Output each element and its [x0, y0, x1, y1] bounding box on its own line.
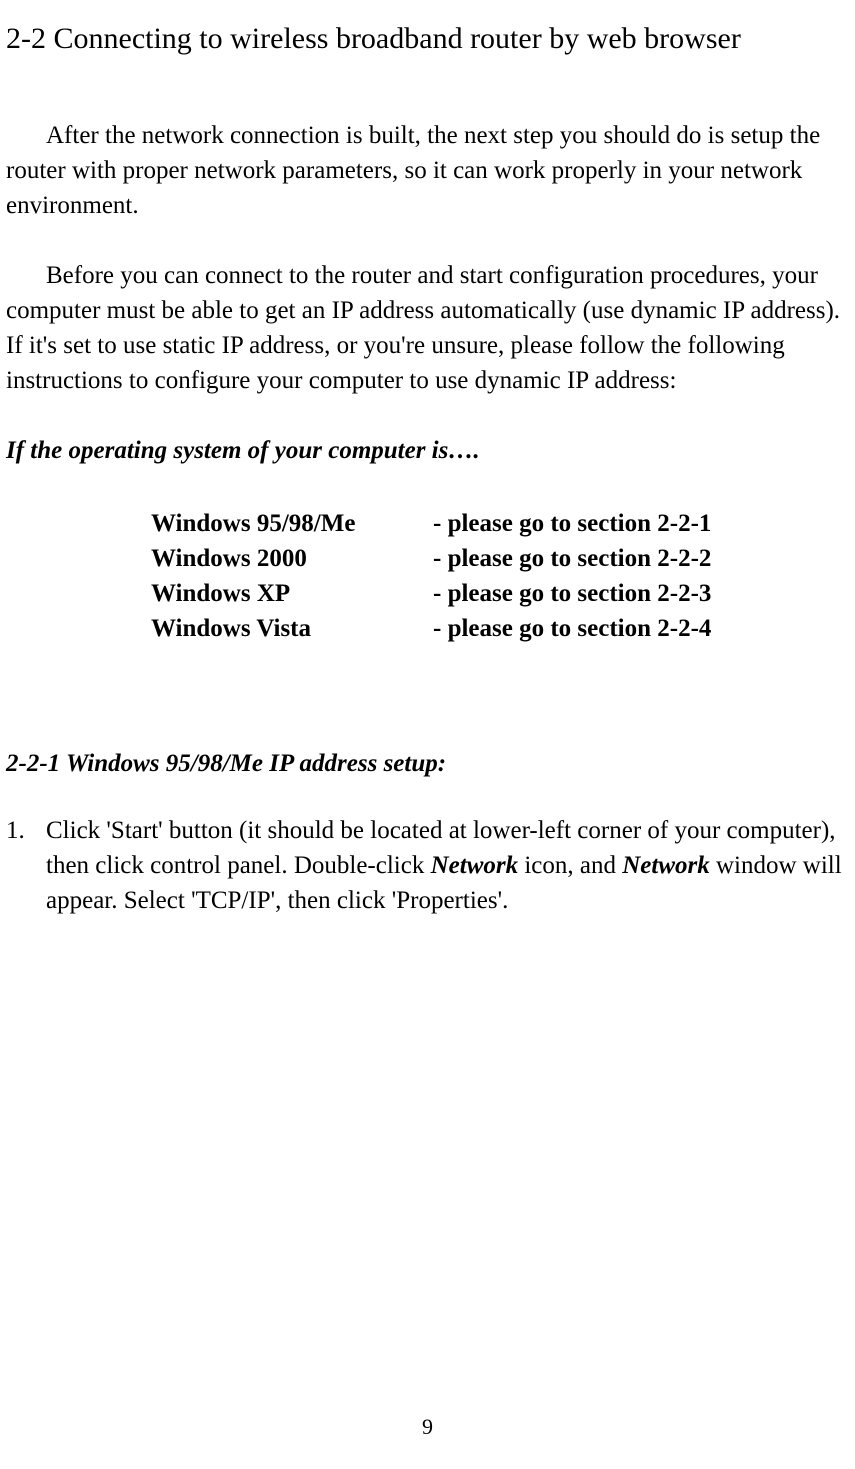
- paragraph-2: Before you can connect to the router and…: [6, 258, 849, 398]
- os-row: Windows XP - please go to section 2-2-3: [151, 576, 849, 611]
- step-text: icon, and: [518, 852, 622, 879]
- os-name: Windows 95/98/Me: [151, 506, 433, 541]
- os-name: Windows XP: [151, 576, 433, 611]
- os-table: Windows 95/98/Me - please go to section …: [151, 506, 849, 646]
- section-title: 2-2 Connecting to wireless broadband rou…: [6, 18, 849, 60]
- os-action: - please go to section 2-2-2: [433, 541, 849, 576]
- os-row: Windows 2000 - please go to section 2-2-…: [151, 541, 849, 576]
- step-1: 1. Click 'Start' button (it should be lo…: [6, 813, 849, 918]
- os-row: Windows 95/98/Me - please go to section …: [151, 506, 849, 541]
- os-action: - please go to section 2-2-4: [433, 611, 849, 646]
- os-row: Windows Vista - please go to section 2-2…: [151, 611, 849, 646]
- os-action: - please go to section 2-2-3: [433, 576, 849, 611]
- step-number: 1.: [6, 813, 46, 918]
- os-name: Windows Vista: [151, 611, 433, 646]
- subsection-heading: 2-2-1 Windows 95/98/Me IP address setup:: [6, 746, 849, 781]
- os-heading: If the operating system of your computer…: [6, 433, 849, 468]
- os-action: - please go to section 2-2-1: [433, 506, 849, 541]
- paragraph-1: After the network connection is built, t…: [6, 118, 849, 223]
- page-number: 9: [0, 1412, 855, 1443]
- step-body: Click 'Start' button (it should be locat…: [46, 813, 849, 918]
- network-emphasis: Network: [622, 852, 710, 879]
- network-emphasis: Network: [431, 852, 519, 879]
- os-name: Windows 2000: [151, 541, 433, 576]
